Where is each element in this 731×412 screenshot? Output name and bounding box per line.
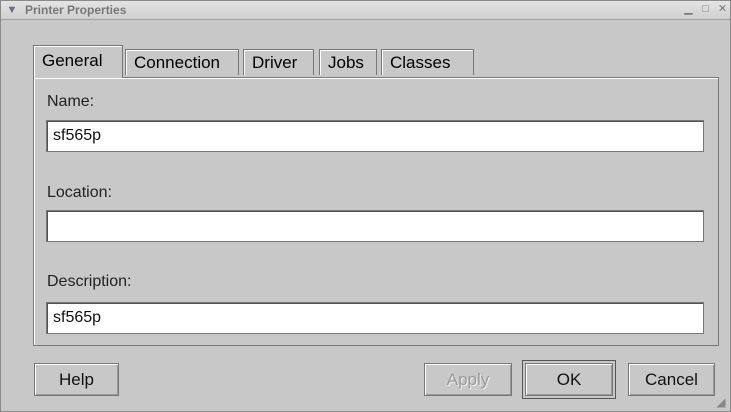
maximize-icon[interactable]: □ xyxy=(699,3,712,16)
printer-properties-window: ▼ Printer Properties ▁ □ ✕ General Conne… xyxy=(0,0,731,412)
tab-jobs[interactable]: Jobs xyxy=(319,49,377,75)
name-field[interactable] xyxy=(46,120,704,152)
title-bar[interactable]: ▼ Printer Properties ▁ □ ✕ xyxy=(1,1,730,20)
chevron-down-icon[interactable]: ▼ xyxy=(5,3,19,17)
description-field[interactable] xyxy=(46,302,704,334)
tab-classes[interactable]: Classes xyxy=(381,49,474,75)
help-button[interactable]: Help xyxy=(34,363,119,396)
tab-general[interactable]: General xyxy=(33,45,123,78)
window-title: Printer Properties xyxy=(25,3,127,17)
cancel-button[interactable]: Cancel xyxy=(628,363,715,396)
apply-button[interactable]: Apply xyxy=(424,363,512,396)
close-icon[interactable]: ✕ xyxy=(716,3,729,16)
ok-button[interactable]: OK xyxy=(522,360,616,399)
location-field[interactable] xyxy=(46,210,704,242)
tab-connection[interactable]: Connection xyxy=(125,49,239,75)
tab-driver[interactable]: Driver xyxy=(243,49,314,75)
location-label: Location: xyxy=(47,184,112,201)
minimize-icon[interactable]: ▁ xyxy=(682,3,695,16)
description-label: Description: xyxy=(47,273,132,290)
resize-grip-icon[interactable]: ◢ xyxy=(714,395,728,409)
name-label: Name: xyxy=(47,93,95,110)
